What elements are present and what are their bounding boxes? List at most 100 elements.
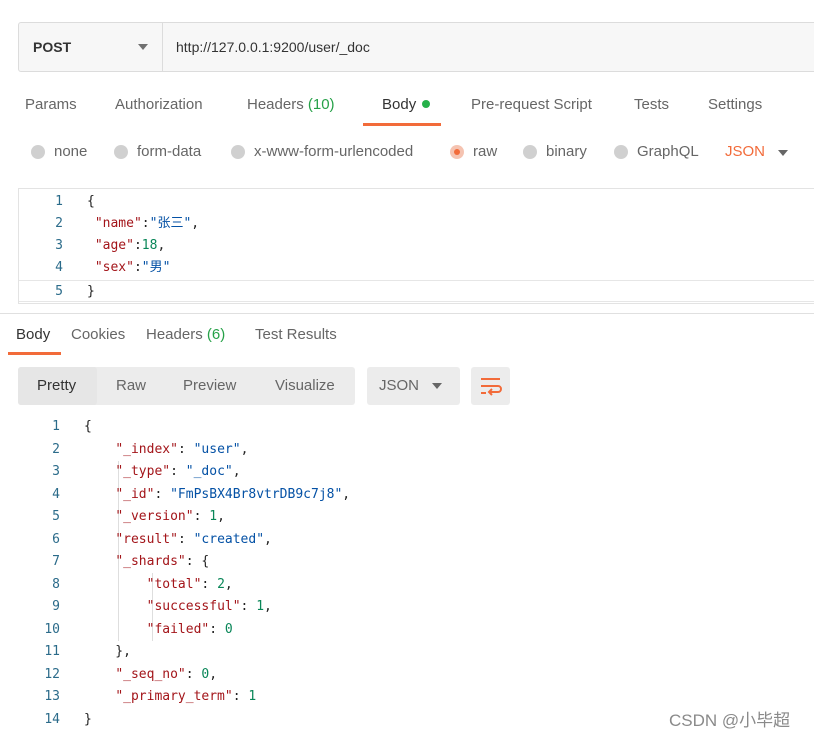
code-text: { bbox=[87, 194, 95, 209]
code-line: 6 "result": "created", bbox=[18, 529, 808, 551]
code-text: "_type": "_doc", bbox=[115, 464, 241, 479]
raw-format-select[interactable]: JSON bbox=[725, 143, 765, 160]
line-number: 2 bbox=[52, 441, 60, 457]
pane-divider[interactable] bbox=[0, 313, 814, 314]
line-number: 2 bbox=[55, 216, 63, 231]
tab-label: Pre-request Script bbox=[471, 96, 592, 113]
code-line: 3 "age":18, bbox=[19, 235, 814, 257]
code-line-active: 5 } bbox=[19, 280, 814, 302]
url-text: http://127.0.0.1:9200/user/_doc bbox=[176, 39, 370, 55]
code-line: 10 "failed": 0 bbox=[18, 619, 808, 641]
code-text: "_seq_no": 0, bbox=[115, 666, 218, 682]
tab-label: Cookies bbox=[71, 326, 126, 343]
code-text: "failed": 0 bbox=[146, 621, 233, 637]
tab-authorization[interactable]: Authorization bbox=[115, 96, 203, 113]
code-line: 1{ bbox=[18, 416, 808, 438]
radio-selected-icon bbox=[450, 144, 464, 159]
active-tab-underline bbox=[8, 352, 61, 355]
code-text: "name":"张三", bbox=[94, 216, 200, 231]
method-label: POST bbox=[33, 39, 72, 55]
tab-label: Authorization bbox=[115, 96, 203, 113]
line-number: 11 bbox=[44, 644, 60, 659]
radio-label: form-data bbox=[137, 143, 202, 160]
line-number: 6 bbox=[52, 531, 60, 547]
response-tab-headers[interactable]: Headers (6) bbox=[146, 326, 225, 343]
response-tab-body[interactable]: Body bbox=[16, 326, 50, 343]
headers-count: (6) bbox=[206, 326, 226, 343]
code-text: { bbox=[84, 419, 92, 434]
code-text: "sex":"男" bbox=[94, 260, 171, 275]
radio-form-data[interactable]: form-data bbox=[114, 143, 201, 160]
line-number: 7 bbox=[52, 554, 60, 569]
tab-label: Body bbox=[16, 326, 51, 343]
line-number: 1 bbox=[55, 194, 63, 209]
active-tab-underline bbox=[363, 123, 441, 126]
radio-icon bbox=[114, 144, 128, 159]
radio-binary[interactable]: binary bbox=[523, 143, 587, 160]
chevron-down-icon bbox=[432, 383, 442, 389]
response-body-viewer[interactable]: 1{2 "_index": "user", 3 "_type": "_doc", 4… bbox=[18, 416, 808, 737]
line-number: 5 bbox=[55, 284, 63, 299]
line-number: 4 bbox=[55, 260, 63, 275]
code-text: "age":18, bbox=[94, 238, 166, 253]
tab-label: Params bbox=[25, 96, 77, 113]
tab-body[interactable]: Body bbox=[382, 96, 431, 113]
view-raw[interactable]: Raw bbox=[116, 377, 146, 394]
line-number: 13 bbox=[44, 689, 60, 704]
radio-icon bbox=[31, 144, 45, 159]
code-line: 5 "_version": 1, bbox=[18, 506, 808, 528]
radio-icon bbox=[231, 144, 245, 159]
view-mode-switch: Pretty Raw Preview Visualize bbox=[18, 367, 355, 405]
line-number: 1 bbox=[52, 419, 60, 434]
code-line: 1 { bbox=[19, 191, 814, 213]
radio-graphql[interactable]: GraphQL bbox=[614, 143, 699, 160]
code-text: } bbox=[87, 284, 95, 299]
code-text: "_index": "user", bbox=[115, 441, 249, 457]
wrap-lines-button[interactable] bbox=[471, 367, 510, 405]
radio-x-www-form-urlencoded[interactable]: x-www-form-urlencoded bbox=[231, 143, 413, 160]
code-text: } bbox=[84, 711, 92, 727]
code-line: 8 "total": 2, bbox=[18, 574, 808, 596]
watermark: CSDN @小毕超 bbox=[669, 711, 791, 730]
request-body-editor[interactable]: 1 { 2 "name":"张三", 3 "age":18, 4 "sex":"… bbox=[18, 188, 814, 304]
tab-params[interactable]: Params bbox=[25, 96, 77, 113]
line-number: 3 bbox=[52, 464, 60, 479]
tab-label: Tests bbox=[634, 96, 670, 113]
code-text: "_primary_term": 1 bbox=[115, 689, 257, 704]
radio-label: GraphQL bbox=[637, 143, 699, 160]
view-pretty[interactable]: Pretty bbox=[37, 377, 76, 394]
body-type-options: none form-data x-www-form-urlencoded raw… bbox=[0, 138, 814, 166]
line-number: 9 bbox=[52, 599, 60, 614]
code-line: 4 "sex":"男" bbox=[19, 257, 814, 279]
tab-label: Headers bbox=[146, 326, 203, 343]
radio-icon bbox=[523, 144, 537, 159]
response-tab-test-results[interactable]: Test Results bbox=[255, 326, 337, 343]
method-select[interactable]: POST bbox=[19, 23, 163, 71]
radio-none[interactable]: none bbox=[31, 143, 87, 160]
chevron-down-icon[interactable] bbox=[778, 150, 788, 156]
view-visualize[interactable]: Visualize bbox=[275, 377, 335, 394]
response-tab-cookies[interactable]: Cookies bbox=[71, 326, 125, 343]
request-url-bar: POST http://127.0.0.1:9200/user/_doc bbox=[18, 22, 814, 72]
radio-raw[interactable]: raw bbox=[450, 143, 497, 160]
radio-label: binary bbox=[546, 143, 587, 160]
wrap-lines-icon bbox=[481, 378, 502, 396]
code-line: 9 "successful": 1, bbox=[18, 596, 808, 618]
code-line: 2 "_index": "user", bbox=[18, 439, 808, 461]
line-number: 10 bbox=[44, 621, 60, 637]
tab-headers[interactable]: Headers (10) bbox=[247, 96, 335, 113]
tab-tests[interactable]: Tests bbox=[634, 96, 669, 113]
url-input[interactable]: http://127.0.0.1:9200/user/_doc bbox=[163, 23, 814, 71]
tab-label: Body bbox=[382, 96, 417, 113]
tab-settings[interactable]: Settings bbox=[708, 96, 762, 113]
response-format-select[interactable]: JSON bbox=[367, 367, 460, 405]
radio-label: none bbox=[54, 143, 88, 160]
code-text: }, bbox=[84, 644, 131, 659]
code-line: 11 }, bbox=[18, 641, 808, 663]
code-text: "_shards": { bbox=[115, 554, 210, 569]
code-text: "successful": 1, bbox=[146, 599, 272, 614]
code-line: 7 "_shards": { bbox=[18, 551, 808, 573]
tab-pre-request-script[interactable]: Pre-request Script bbox=[471, 96, 592, 113]
line-number: 14 bbox=[44, 711, 60, 727]
view-preview[interactable]: Preview bbox=[183, 377, 236, 394]
